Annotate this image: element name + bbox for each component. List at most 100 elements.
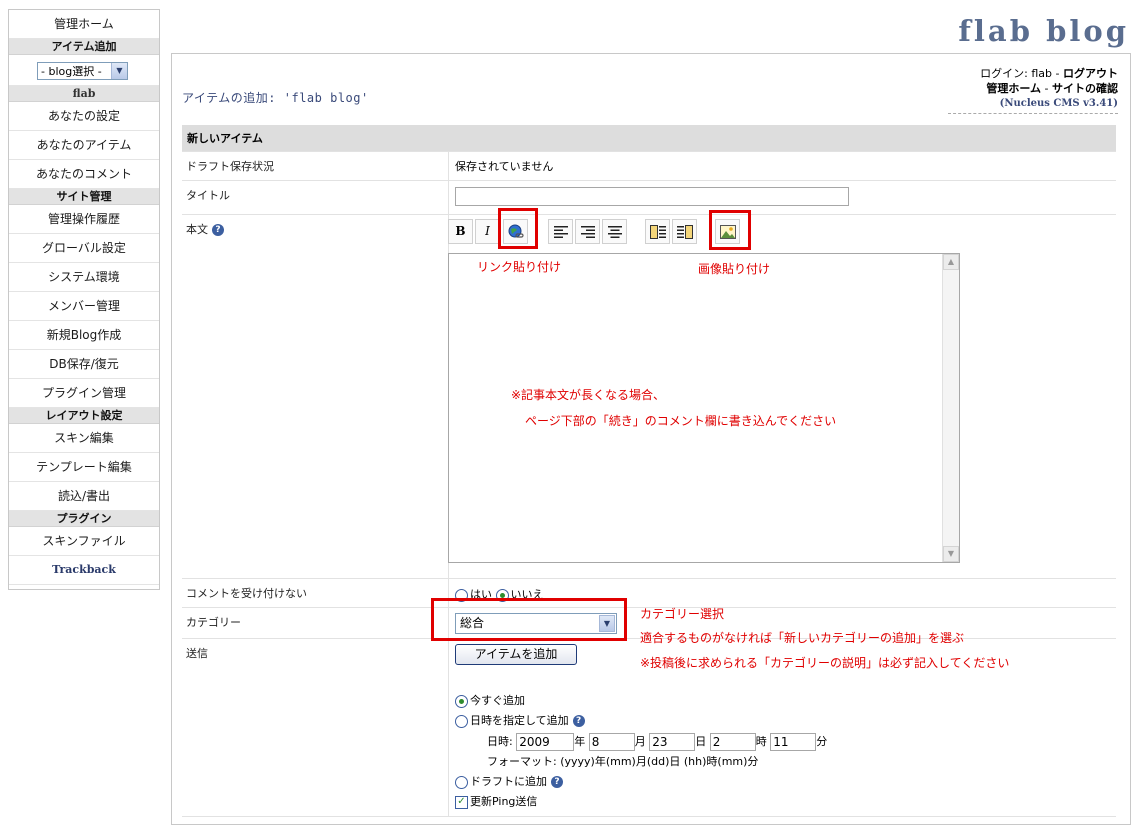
hour-input[interactable]: 2: [709, 733, 756, 751]
link-button[interactable]: [503, 219, 528, 244]
year-unit: 年: [574, 735, 586, 748]
align-left-button[interactable]: [548, 219, 573, 244]
insert-media-right-button[interactable]: [672, 219, 697, 244]
insert-image-button[interactable]: [715, 219, 740, 244]
sidebar-item-your-comments[interactable]: あなたのコメント: [9, 160, 159, 189]
draft-status-label: ドラフト保存状況: [182, 151, 449, 181]
sidebar-item-new-blog[interactable]: 新規Blog作成: [9, 321, 159, 350]
sidebar-item-trackback[interactable]: Trackback: [9, 556, 159, 585]
sidebar-heading-site-admin: サイト管理: [9, 189, 159, 205]
datetime-label: 日時:: [487, 735, 513, 748]
sidebar-item-skin-files[interactable]: スキンファイル: [9, 527, 159, 556]
italic-button[interactable]: I: [475, 219, 500, 244]
image-paste-annotation: 画像貼り付け: [698, 262, 771, 276]
insert-media-left-button[interactable]: [645, 219, 670, 244]
day-input[interactable]: 23: [649, 733, 696, 751]
sidebar-heading-layout: レイアウト設定: [9, 408, 159, 424]
sidebar-heading-add-item: アイテム追加: [9, 39, 159, 55]
no-comments-no-radio[interactable]: [495, 588, 509, 602]
editor-toolbar: B I: [448, 214, 768, 248]
sidebar-item-member-admin[interactable]: メンバー管理: [9, 292, 159, 321]
sidebar-item-your-items[interactable]: あなたのアイテム: [9, 131, 159, 160]
sidebar-item-template-edit[interactable]: テンプレート編集: [9, 453, 159, 482]
add-to-draft-label: ドラフトに追加: [470, 775, 547, 788]
sidebar-item-action-log[interactable]: 管理操作履歴: [9, 205, 159, 234]
chevron-down-icon: ▼: [111, 63, 127, 79]
align-right-icon: [580, 226, 595, 238]
category-select-annotation: カテゴリー選択: [640, 607, 725, 621]
minute-unit: 分: [816, 735, 828, 748]
category-select-value: 総合: [460, 616, 485, 630]
align-center-icon: [607, 226, 622, 238]
login-status: ログイン: flab -: [980, 67, 1063, 80]
category-note-annotation: ※投稿後に求められる「カテゴリーの説明」は必ず記入してください: [640, 656, 1010, 670]
align-right-button[interactable]: [575, 219, 600, 244]
cms-version: (Nucleus CMS v3.41): [999, 98, 1118, 109]
no-comments-yes-radio[interactable]: [455, 588, 468, 602]
month-unit: 月: [634, 735, 646, 748]
no-label: いいえ: [510, 588, 544, 601]
sidebar-item-system-env[interactable]: システム環境: [9, 263, 159, 292]
long-body-annotation-2: ページ下部の「続き」のコメント欄に書き込んでください: [525, 414, 837, 428]
chevron-down-icon: ▼: [599, 615, 615, 632]
sidebar-item-db-backup[interactable]: DB保存/復元: [9, 350, 159, 379]
logout-link[interactable]: ログアウト: [1063, 67, 1118, 80]
admin-sidebar: 管理ホーム アイテム追加 - blog選択 - ▼ flab あなたの設定 あな…: [8, 9, 160, 590]
admin-home-link[interactable]: 管理ホーム: [986, 82, 1041, 95]
help-icon[interactable]: ?: [572, 715, 585, 727]
sidebar-item-admin-home[interactable]: 管理ホーム: [9, 10, 159, 39]
image-icon: [719, 225, 736, 239]
blog-select-row: - blog選択 - ▼: [9, 55, 159, 86]
title-input[interactable]: [455, 187, 849, 206]
month-input[interactable]: 8: [588, 733, 635, 751]
body-label: 本文: [186, 223, 208, 236]
category-label: カテゴリー: [182, 607, 449, 639]
submit-label: 送信: [182, 638, 449, 817]
align-center-button[interactable]: [602, 219, 627, 244]
post-now-label: 今すぐ追加: [470, 694, 525, 707]
yes-label: はい: [470, 588, 492, 601]
blog-select[interactable]: - blog選択 - ▼: [37, 62, 128, 80]
title-label: タイトル: [182, 180, 449, 215]
blog-title: flab blog: [958, 14, 1129, 48]
sidebar-item-import-export[interactable]: 読込/書出: [9, 482, 159, 511]
help-icon[interactable]: ?: [551, 776, 563, 788]
category-hint-annotation: 適合するものがなければ「新しいカテゴリーの追加」を選ぶ: [640, 631, 965, 645]
sidebar-item-your-settings[interactable]: あなたの設定: [9, 102, 159, 131]
post-now-radio[interactable]: [455, 694, 468, 708]
link-paste-annotation: リンク貼り付け: [477, 260, 562, 274]
view-site-link[interactable]: サイトの確認: [1052, 82, 1118, 95]
long-body-annotation-1: ※記事本文が長くなる場合、: [511, 388, 666, 402]
sidebar-item-plugin-admin[interactable]: プラグイン管理: [9, 379, 159, 408]
sidebar-heading-user: flab: [9, 86, 159, 102]
align-left-icon: [553, 226, 568, 238]
day-unit: 日: [695, 735, 707, 748]
post-at-time-radio[interactable]: [455, 714, 468, 728]
draft-status-value: 保存されていません: [448, 151, 1116, 181]
add-to-draft-radio[interactable]: [455, 775, 468, 789]
globe-link-icon: [508, 224, 524, 238]
no-comments-label: コメントを受け付けない: [182, 578, 449, 608]
blog-select-value: - blog選択 -: [41, 65, 102, 78]
send-ping-label: 更新Ping送信: [470, 795, 538, 808]
add-item-button[interactable]: アイテムを追加: [455, 644, 577, 665]
send-ping-checkbox[interactable]: ✓: [455, 795, 468, 809]
category-select[interactable]: 総合 ▼: [455, 613, 617, 634]
help-icon[interactable]: ?: [212, 224, 224, 236]
minute-input[interactable]: 11: [770, 733, 817, 751]
login-separator: -: [1041, 82, 1052, 95]
login-box: ログイン: flab - ログアウト 管理ホーム - サイトの確認 (Nucle…: [948, 66, 1118, 114]
sidebar-heading-plugins: プラグイン: [9, 511, 159, 527]
sidebar-item-global-settings[interactable]: グローバル設定: [9, 234, 159, 263]
body-textarea[interactable]: ▲ ▼: [448, 253, 960, 563]
section-title: 新しいアイテム: [182, 125, 1116, 152]
textarea-scrollbar[interactable]: ▲ ▼: [942, 254, 959, 562]
page-heading: アイテムの追加: 'flab blog': [182, 91, 369, 105]
scroll-up-icon[interactable]: ▲: [943, 254, 959, 270]
year-input[interactable]: 2009: [516, 733, 575, 751]
media-right-icon: [676, 225, 693, 239]
scroll-down-icon[interactable]: ▼: [943, 546, 959, 562]
hour-unit: 時: [755, 735, 767, 748]
bold-button[interactable]: B: [448, 219, 473, 244]
sidebar-item-skin-edit[interactable]: スキン編集: [9, 424, 159, 453]
